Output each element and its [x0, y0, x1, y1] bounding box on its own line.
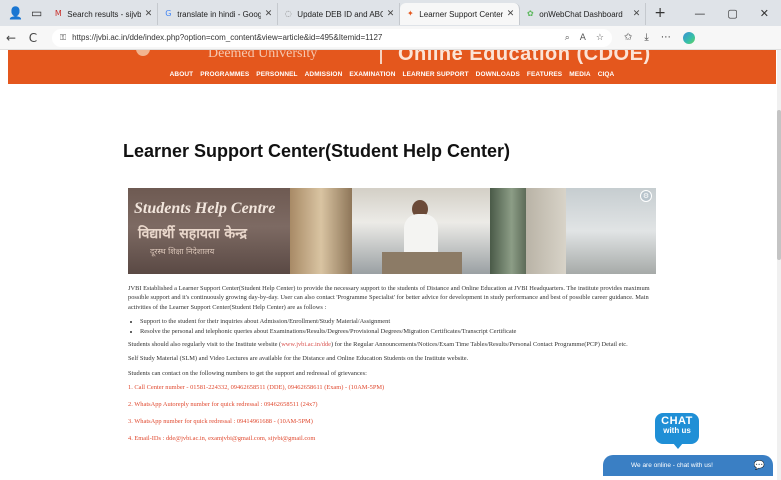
sign-hindi: विद्यार्थी सहायता केन्द्र: [138, 226, 247, 242]
tab-learner-support[interactable]: ✦ Learner Support Center(Stud ✕: [400, 3, 521, 25]
close-tab-icon[interactable]: ✕: [383, 9, 395, 19]
banner-title: Online Education (CDOE): [398, 50, 651, 64]
hero-panel-staff: [352, 188, 490, 274]
toolbar-right: ✩ ⤓ ⋯: [624, 31, 695, 44]
chat-bubble-icon[interactable]: 💬: [754, 461, 765, 471]
chat-badge-bubble[interactable]: CHAT with us: [655, 413, 699, 444]
staff-desk: [382, 252, 462, 274]
intro-paragraph: JVBI Established a Learner Support Cente…: [128, 285, 650, 311]
url-text: https://jvbi.ac.in/dde/index.php?option=…: [72, 33, 383, 42]
sign-english: Students Help Centre: [134, 200, 276, 217]
close-tab-icon[interactable]: ✕: [261, 9, 273, 19]
site-main-nav: ABOUT PROGRAMMES PERSONNEL ADMISSION EXA…: [8, 64, 776, 84]
nav-about[interactable]: ABOUT: [170, 71, 194, 78]
new-tab-button[interactable]: +: [646, 5, 674, 21]
hero-image: Students Help Centre विद्यार्थी सहायता क…: [128, 188, 656, 274]
page-title: Learner Support Center(Student Help Cent…: [123, 141, 511, 161]
close-tab-icon[interactable]: ✕: [503, 9, 515, 19]
browser-tab-bar: 👤 ▭ M Search results - sijvbi@gmai ✕ G t…: [0, 0, 781, 26]
chat-bar-text: We are online - chat with us!: [631, 462, 713, 469]
slm-paragraph: Self Study Material (SLM) and Video Lect…: [128, 355, 469, 363]
contact-intro: Students can contact on the following nu…: [128, 369, 367, 377]
activity-item: Support to the student for their inquiri…: [140, 317, 663, 326]
tab-title: translate in hindi - Google Se: [177, 9, 260, 19]
visit-post: ) for the Regular Announcements/Notices/…: [331, 341, 628, 349]
site-favicon-icon: ✦: [406, 9, 414, 18]
scrollbar-thumb[interactable]: [777, 110, 781, 260]
lock-icon[interactable]: ⚿: [60, 33, 66, 43]
banner-divider: [380, 50, 382, 64]
sign-hindi-sub: दूरस्थ शिक्षा निदेशालय: [150, 247, 215, 256]
image-settings-icon[interactable]: ⚙: [640, 190, 652, 202]
help-centre-sign: Students Help Centre विद्यार्थी सहायता क…: [128, 188, 290, 274]
site-banner: Deemed University Online Education (CDOE…: [8, 50, 776, 64]
tab-onwebchat[interactable]: ✿ onWebChat Dashboard ✕: [520, 3, 647, 25]
banner-university: Deemed University: [208, 50, 318, 61]
chat-badge[interactable]: CHAT with us: [655, 413, 699, 449]
hero-panel-cabinet: [290, 188, 352, 274]
contact-whatsapp-autoreply: 2. WhatsApp Autoreply number for quick r…: [128, 401, 318, 409]
nav-downloads[interactable]: DOWNLOADS: [476, 71, 520, 78]
nav-admission[interactable]: ADMISSION: [305, 71, 343, 78]
url-tools: ⌕ A ☆: [565, 33, 604, 43]
activity-item: Resolve the personal and telephonic quer…: [140, 327, 663, 336]
contact-email: 4. Email-IDs : dde@jvbi.ac.in, examjvbi@…: [128, 434, 316, 442]
restore-icon[interactable]: ▢: [727, 7, 737, 20]
more-menu-icon[interactable]: ⋯: [661, 32, 671, 44]
visit-pre: Students should also regularly visit to …: [128, 341, 282, 349]
tab-title: Search results - sijvbi@gmai: [67, 9, 141, 19]
tab-title: Update DEB ID and ABC ID: [297, 9, 382, 19]
url-input[interactable]: ⚿ https://jvbi.ac.in/dde/index.php?optio…: [52, 28, 612, 47]
page-scrollbar[interactable]: [777, 50, 781, 480]
nav-ciqa[interactable]: CIQA: [598, 71, 615, 78]
contact-call-center: 1. Call Center number - 01581-224332, 09…: [128, 384, 385, 392]
hero-panel-shelf: [526, 188, 566, 274]
gmail-favicon-icon: M: [54, 9, 62, 18]
window-controls: — ▢ ✕: [694, 7, 781, 20]
back-icon[interactable]: ←: [0, 31, 22, 45]
close-tab-icon[interactable]: ✕: [629, 9, 641, 19]
hero-panel-hall: [490, 188, 526, 274]
nav-programmes[interactable]: PROGRAMMES: [200, 71, 249, 78]
tab-update-deb[interactable]: ◌ Update DEB ID and ABC ID ✕: [278, 3, 401, 25]
nav-examination[interactable]: EXAMINATION: [349, 71, 395, 78]
article-body: JVBI Established a Learner Support Cente…: [128, 284, 663, 451]
tab-title: Learner Support Center(Stud: [419, 9, 502, 19]
nav-personnel[interactable]: PERSONNEL: [256, 71, 297, 78]
favorite-star-icon[interactable]: ☆: [596, 33, 604, 43]
zoom-icon[interactable]: ⌕: [565, 33, 570, 43]
nav-learner-support[interactable]: LEARNER SUPPORT: [403, 71, 469, 78]
nav-features[interactable]: FEATURES: [527, 71, 562, 78]
chat-badge-line2: with us: [663, 426, 691, 435]
edge-copilot-icon[interactable]: [682, 31, 695, 44]
address-bar-row: ← C ⚿ https://jvbi.ac.in/dde/index.php?o…: [0, 26, 781, 50]
chat-bar[interactable]: We are online - chat with us! 💬: [603, 455, 773, 476]
website-link[interactable]: www.jvbi.ac.in/dde: [281, 341, 331, 348]
close-window-icon[interactable]: ✕: [760, 7, 769, 20]
activities-list: Support to the student for their inquiri…: [140, 317, 663, 336]
reload-icon[interactable]: C: [22, 31, 44, 45]
visit-paragraph: Students should also regularly visit to …: [128, 340, 663, 349]
tab-search-results[interactable]: M Search results - sijvbi@gmai ✕: [48, 3, 159, 25]
nav-media[interactable]: MEDIA: [569, 71, 590, 78]
tab-translate[interactable]: G translate in hindi - Google Se ✕: [158, 3, 279, 25]
google-favicon-icon: G: [165, 9, 172, 18]
profile-icon[interactable]: 👤: [8, 6, 23, 20]
close-tab-icon[interactable]: ✕: [141, 9, 153, 19]
page-favicon-icon: ◌: [284, 9, 292, 18]
contact-whatsapp: 3. WhatsApp number for quick redressal :…: [128, 418, 313, 426]
university-seal-icon: [136, 50, 150, 56]
tab-title: onWebChat Dashboard: [539, 9, 623, 19]
read-aloud-icon[interactable]: A: [580, 33, 586, 43]
extensions-icon[interactable]: ⤓: [644, 32, 648, 44]
minimize-icon[interactable]: —: [694, 7, 705, 20]
onwebchat-favicon-icon: ✿: [526, 9, 534, 18]
chat-badge-tail: [673, 443, 683, 449]
favorites-icon[interactable]: ✩: [624, 32, 632, 44]
tab-actions-icon[interactable]: ▭: [31, 6, 42, 20]
window-icons: 👤 ▭: [0, 6, 48, 20]
hero-panel-office: ⚙: [566, 188, 656, 274]
